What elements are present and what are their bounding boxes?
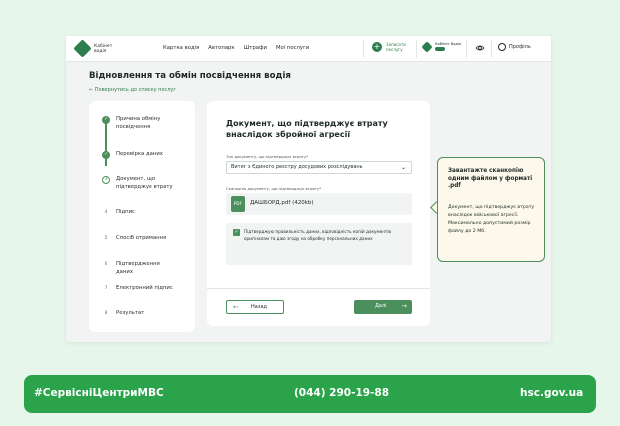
- logo-icon: [421, 40, 433, 53]
- back-to-services-link[interactable]: ← Повернутись до списку послуг: [89, 87, 176, 93]
- step-label: Спосіб отримання: [116, 235, 167, 241]
- doc-type-label: Тип документу, що підтверджує втрату*: [226, 154, 309, 159]
- upload-tooltip: Завантажте сканкопію одним файлом у форм…: [437, 157, 545, 262]
- tooltip-text: Документ, що підтверджує втрату внаслідо…: [448, 205, 535, 234]
- step-number: 6: [102, 261, 110, 269]
- consent-checkbox[interactable]: ✓: [233, 229, 240, 236]
- step-label: Результат: [116, 310, 145, 316]
- back-button-label: Назад: [251, 304, 268, 310]
- arrow-right-icon: →: [401, 302, 407, 310]
- stepper: ✓ Причина обміну посвідчення ✓ Перевірка…: [89, 101, 195, 332]
- top-header: Кабінет водія Картка водія Автопарк Штра…: [66, 36, 551, 62]
- nav-item-fleet[interactable]: Автопарк: [208, 45, 234, 51]
- document-form: Документ, що підтверджує втрату внаслідо…: [207, 101, 430, 326]
- book-service-button[interactable]: + Записати послугу: [372, 42, 416, 52]
- consent-box: ✓ Підтверджую правильність даних, відпов…: [226, 223, 412, 265]
- step-6: 6 Підтвердження даних: [102, 261, 178, 276]
- page-title: Відновлення та обмін посвідчення водія: [89, 71, 291, 81]
- logo-text: Кабінет водія: [94, 43, 113, 54]
- step-number: 5: [102, 235, 110, 243]
- main-nav: Картка водія Автопарк Штрафи Мої послуги: [163, 45, 309, 51]
- driver-cabinet-label: Кабінет Водія: [435, 42, 462, 46]
- step-label: Підпис: [116, 209, 135, 215]
- step-1[interactable]: ✓ Причина обміну посвідчення: [102, 116, 178, 131]
- footer-phone: (044) 290-19-88: [294, 387, 390, 399]
- pdf-file-icon: PDF: [231, 196, 245, 212]
- footer-banner: #СервісніЦентриМВС (044) 290-19-88 hsc.g…: [24, 375, 596, 413]
- divider: [363, 40, 364, 58]
- consent-text: Підтверджую правильність даних, відповід…: [244, 229, 391, 241]
- step-8: 8 Результат: [102, 310, 178, 318]
- next-button[interactable]: Далі →: [354, 300, 412, 314]
- check-icon: ✓: [102, 116, 110, 124]
- divider: [466, 40, 467, 58]
- step-label: Підтвердження даних: [116, 261, 160, 275]
- nav-item-fines[interactable]: Штрафи: [244, 45, 267, 51]
- scan-label: Сканкопія документу, що підтверджує втра…: [226, 186, 322, 191]
- next-button-label: Далі: [375, 303, 387, 309]
- driver-cabinet-logo[interactable]: Кабінет Водія: [421, 40, 465, 53]
- step-2[interactable]: ✓ Перевірка даних: [102, 151, 178, 159]
- tooltip-title: Завантажте сканкопію одним файлом у форм…: [448, 168, 533, 189]
- step-number: 3: [102, 176, 110, 184]
- step-4: 4 Підпис: [102, 209, 178, 217]
- divider: [207, 288, 430, 289]
- step-label: Причина обміну посвідчення: [116, 116, 161, 130]
- nav-item-driver-card[interactable]: Картка водія: [163, 45, 199, 51]
- divider: [491, 40, 492, 58]
- step-label: Перевірка даних: [116, 151, 163, 157]
- profile-label: Профіль: [509, 44, 531, 50]
- profile-button[interactable]: Профіль: [498, 43, 531, 51]
- step-number: 8: [102, 310, 110, 318]
- check-icon: ✓: [102, 151, 110, 159]
- divider: [416, 40, 417, 58]
- book-service-label: Записати послугу: [386, 42, 406, 52]
- eye-icon[interactable]: [475, 43, 485, 53]
- arrow-left-icon: ←: [233, 303, 239, 311]
- step-5: 5 Спосіб отримання: [102, 235, 178, 243]
- uploaded-file[interactable]: PDF ДАШБОРД.pdf (420kb): [226, 193, 412, 215]
- logo-icon: [73, 39, 92, 58]
- logo[interactable]: Кабінет водія: [73, 39, 124, 58]
- doc-type-select[interactable]: Витяг з Єдиного реєстру досудових розслі…: [226, 161, 412, 174]
- back-button[interactable]: ← Назад: [226, 300, 284, 314]
- file-name: ДАШБОРД.pdf (420kb): [250, 200, 314, 206]
- step-7: 7 Електронний підпис: [102, 285, 178, 293]
- step-label: Електронний підпис: [116, 285, 173, 291]
- nav-item-my-services[interactable]: Мої послуги: [276, 45, 309, 51]
- badge: [435, 47, 445, 51]
- footer-site: hsc.gov.ua: [520, 387, 584, 399]
- footer-hashtag: #СервісніЦентриМВС: [34, 387, 164, 399]
- step-label: Документ, що підтверджує втрату: [116, 176, 173, 190]
- user-icon: [498, 43, 506, 51]
- step-3[interactable]: 3 Документ, що підтверджує втрату: [102, 176, 178, 191]
- step-number: 4: [102, 209, 110, 217]
- doc-type-value: Витяг з Єдиного реєстру досудових розслі…: [231, 164, 363, 170]
- chevron-down-icon: ⌄: [400, 164, 406, 171]
- step-number: 7: [102, 285, 110, 293]
- form-title: Документ, що підтверджує втрату внаслідо…: [226, 119, 388, 139]
- plus-icon: +: [372, 42, 382, 52]
